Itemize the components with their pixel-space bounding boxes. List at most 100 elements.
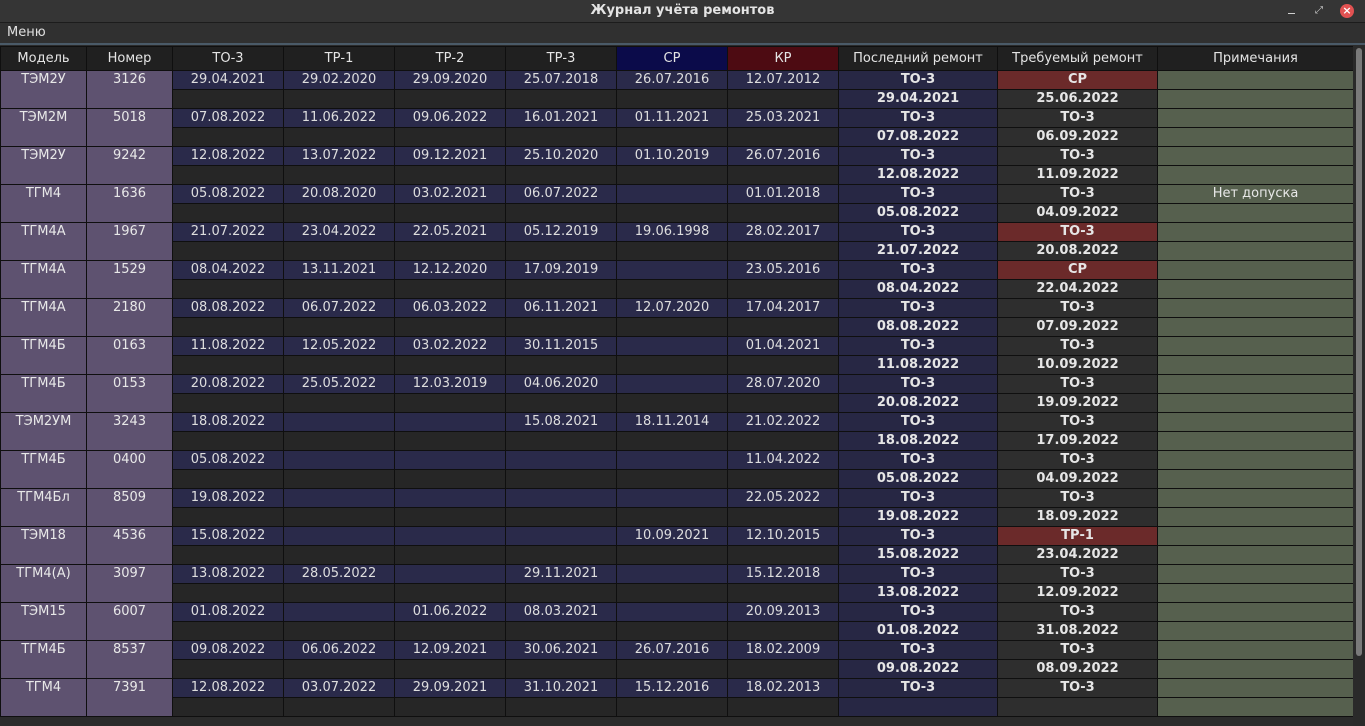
model-cell[interactable]: ТЭМ2М xyxy=(0,108,87,147)
model-cell[interactable]: ТГМ4 xyxy=(0,678,87,717)
table-row[interactable]: ТГМ4Б 0163 11.08.2022 12.05.2022 03.02.2022 3… xyxy=(0,336,1353,375)
table-row-sub[interactable]: 18.08.2022 17.09.2022 xyxy=(1,431,1353,451)
sr-extra-cell[interactable] xyxy=(616,165,728,185)
sr-date-cell[interactable] xyxy=(616,564,728,584)
to3-date-cell[interactable]: 18.08.2022 xyxy=(172,412,284,432)
last-repair-date[interactable]: 12.08.2022 xyxy=(838,165,998,185)
column-header-notes[interactable]: Примечания xyxy=(1157,46,1353,71)
last-repair-date[interactable]: 19.08.2022 xyxy=(838,507,998,527)
to3-extra-cell[interactable] xyxy=(172,203,284,223)
to3-extra-cell[interactable] xyxy=(172,317,284,337)
kr-extra-cell[interactable] xyxy=(727,393,839,413)
note-extra-cell[interactable] xyxy=(1157,317,1353,337)
number-cell[interactable]: 1967 xyxy=(86,222,173,261)
required-repair-date[interactable] xyxy=(997,697,1158,717)
tr3-date-cell[interactable]: 05.12.2019 xyxy=(505,222,617,242)
last-repair-type[interactable]: ТО-3 xyxy=(838,488,998,508)
note-extra-cell[interactable] xyxy=(1157,279,1353,299)
required-repair-type[interactable]: ТО-3 xyxy=(997,488,1158,508)
tr3-extra-cell[interactable] xyxy=(505,317,617,337)
kr-date-cell[interactable]: 18.02.2009 xyxy=(727,640,839,660)
tr3-date-cell[interactable] xyxy=(505,488,617,508)
tr1-date-cell[interactable]: 25.05.2022 xyxy=(283,374,395,394)
column-header-tr3[interactable]: ТР-3 xyxy=(505,46,617,71)
note-cell[interactable] xyxy=(1157,488,1353,508)
tr1-extra-cell[interactable] xyxy=(283,279,395,299)
sr-date-cell[interactable] xyxy=(616,488,728,508)
to3-extra-cell[interactable] xyxy=(172,583,284,603)
required-repair-type[interactable]: ТО-3 xyxy=(997,298,1158,318)
last-repair-type[interactable]: ТО-3 xyxy=(838,108,998,128)
model-cell[interactable]: ТГМ4Б xyxy=(0,336,87,375)
kr-extra-cell[interactable] xyxy=(727,583,839,603)
table-row[interactable]: ТГМ4Б 0153 20.08.2022 25.05.2022 12.03.2019 0… xyxy=(0,374,1353,413)
required-repair-date[interactable]: 31.08.2022 xyxy=(997,621,1158,641)
sr-date-cell[interactable] xyxy=(616,336,728,356)
tr2-date-cell[interactable]: 03.02.2022 xyxy=(394,336,506,356)
sr-date-cell[interactable]: 12.07.2020 xyxy=(616,298,728,318)
note-cell[interactable] xyxy=(1157,298,1353,318)
table-row-sub[interactable]: 19.08.2022 18.09.2022 xyxy=(1,507,1353,527)
sr-extra-cell[interactable] xyxy=(616,431,728,451)
column-header-required-repair[interactable]: Требуемый ремонт xyxy=(997,46,1158,71)
required-repair-type[interactable]: ТО-3 xyxy=(997,108,1158,128)
tr1-date-cell[interactable]: 29.02.2020 xyxy=(283,70,395,90)
note-extra-cell[interactable] xyxy=(1157,203,1353,223)
tr2-extra-cell[interactable] xyxy=(394,393,506,413)
tr2-date-cell[interactable]: 29.09.2021 xyxy=(394,678,506,698)
tr1-date-cell[interactable]: 28.05.2022 xyxy=(283,564,395,584)
tr2-date-cell[interactable]: 03.02.2021 xyxy=(394,184,506,204)
sr-date-cell[interactable] xyxy=(616,602,728,622)
to3-extra-cell[interactable] xyxy=(172,507,284,527)
last-repair-type[interactable]: ТО-3 xyxy=(838,222,998,242)
menu-item[interactable]: Меню xyxy=(7,25,46,40)
tr3-extra-cell[interactable] xyxy=(505,127,617,147)
tr1-date-cell[interactable] xyxy=(283,488,395,508)
sr-extra-cell[interactable] xyxy=(616,469,728,489)
column-header-last-repair[interactable]: Последний ремонт xyxy=(838,46,998,71)
sr-extra-cell[interactable] xyxy=(616,583,728,603)
note-cell[interactable] xyxy=(1157,678,1353,698)
required-repair-type[interactable]: СР xyxy=(997,260,1158,280)
last-repair-date[interactable]: 18.08.2022 xyxy=(838,431,998,451)
sr-date-cell[interactable]: 01.10.2019 xyxy=(616,146,728,166)
table-row[interactable]: ТГМ4Бл 8509 19.08.2022 22.05.2022 ТО-3 ТО-3 xyxy=(0,488,1353,527)
required-repair-type[interactable]: ТО-3 xyxy=(997,564,1158,584)
number-cell[interactable]: 7391 xyxy=(86,678,173,717)
maximize-button[interactable]: ⤢ xyxy=(1310,2,1328,20)
kr-date-cell[interactable]: 25.03.2021 xyxy=(727,108,839,128)
sr-date-cell[interactable]: 19.06.1998 xyxy=(616,222,728,242)
to3-extra-cell[interactable] xyxy=(172,279,284,299)
kr-extra-cell[interactable] xyxy=(727,89,839,109)
note-extra-cell[interactable] xyxy=(1157,89,1353,109)
last-repair-type[interactable]: ТО-3 xyxy=(838,146,998,166)
sr-extra-cell[interactable] xyxy=(616,621,728,641)
table-row-sub[interactable]: 12.08.2022 11.09.2022 xyxy=(1,165,1353,185)
tr1-date-cell[interactable]: 12.05.2022 xyxy=(283,336,395,356)
sr-extra-cell[interactable] xyxy=(616,127,728,147)
to3-extra-cell[interactable] xyxy=(172,659,284,679)
to3-extra-cell[interactable] xyxy=(172,621,284,641)
to3-date-cell[interactable]: 15.08.2022 xyxy=(172,526,284,546)
tr3-date-cell[interactable]: 15.08.2021 xyxy=(505,412,617,432)
table-row[interactable]: ТЭМ15 6007 01.08.2022 01.06.2022 08.03.2021 2… xyxy=(0,602,1353,641)
tr1-extra-cell[interactable] xyxy=(283,393,395,413)
tr1-date-cell[interactable]: 20.08.2020 xyxy=(283,184,395,204)
to3-date-cell[interactable]: 20.08.2022 xyxy=(172,374,284,394)
kr-date-cell[interactable]: 22.05.2022 xyxy=(727,488,839,508)
kr-extra-cell[interactable] xyxy=(727,697,839,717)
tr3-extra-cell[interactable] xyxy=(505,165,617,185)
tr3-extra-cell[interactable] xyxy=(505,469,617,489)
table-row[interactable]: ТГМ4Б 8537 09.08.2022 06.06.2022 12.09.2021 3… xyxy=(0,640,1353,679)
kr-date-cell[interactable]: 18.02.2013 xyxy=(727,678,839,698)
last-repair-date[interactable] xyxy=(838,697,998,717)
tr2-extra-cell[interactable] xyxy=(394,203,506,223)
table-row-sub[interactable]: 08.04.2022 22.04.2022 xyxy=(1,279,1353,299)
required-repair-type[interactable]: ТО-3 xyxy=(997,222,1158,242)
note-cell[interactable] xyxy=(1157,564,1353,584)
column-header-tr2[interactable]: ТР-2 xyxy=(394,46,506,71)
tr1-date-cell[interactable]: 11.06.2022 xyxy=(283,108,395,128)
model-cell[interactable]: ТЭМ2УМ xyxy=(0,412,87,451)
required-repair-date[interactable]: 08.09.2022 xyxy=(997,659,1158,679)
note-extra-cell[interactable] xyxy=(1157,241,1353,261)
